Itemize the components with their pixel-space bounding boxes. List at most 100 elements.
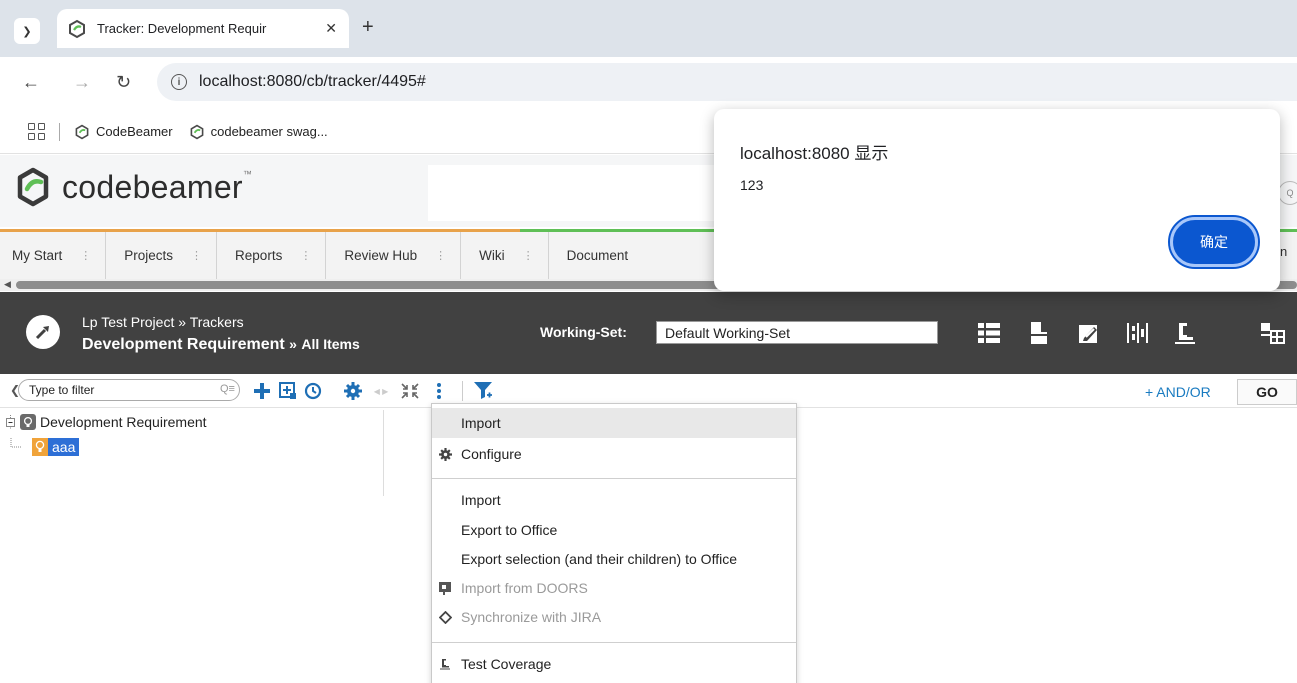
and-or-button[interactable]: + AND/OR bbox=[1145, 384, 1211, 400]
apps-grid-icon[interactable] bbox=[28, 123, 45, 140]
collapse-all-button[interactable] bbox=[399, 381, 421, 401]
codebeamer-favicon-icon bbox=[75, 124, 89, 139]
scroll-toolbar-arrows-icon[interactable]: ◀ ▶ bbox=[368, 381, 394, 401]
codebeamer-logo[interactable]: codebeamer™ bbox=[16, 167, 252, 207]
tree-expander-icon[interactable] bbox=[6, 415, 18, 429]
more-options-button[interactable] bbox=[432, 381, 446, 401]
test-coverage-icon bbox=[438, 657, 452, 671]
list-view-icon[interactable] bbox=[976, 320, 1002, 346]
nav-item-documents[interactable]: Document bbox=[549, 232, 643, 279]
menu-item-label: Export to Office bbox=[461, 522, 558, 538]
browser-toolbar: ← → ↻ i localhost:8080/cb/tracker/4495# bbox=[0, 57, 1297, 110]
kebab-icon[interactable]: ⋮ bbox=[435, 249, 446, 262]
breadcrumb-project[interactable]: Lp Test Project bbox=[82, 314, 174, 330]
chevron-down-icon: ❯ bbox=[22, 25, 32, 38]
menu-item-import-from-doors[interactable]: Import from DOORS bbox=[432, 573, 796, 603]
back-arrow-icon[interactable]: ← bbox=[22, 72, 40, 93]
menu-item-test-coverage[interactable]: Test Coverage bbox=[432, 649, 796, 679]
kebab-icon[interactable]: ⋮ bbox=[300, 249, 311, 262]
edit-document-icon[interactable] bbox=[1076, 320, 1102, 346]
tracker-name[interactable]: Development Requirement bbox=[82, 336, 285, 353]
tracker-tree: Development Requirement aaa bbox=[0, 410, 384, 496]
breadcrumb: Lp Test Project » Trackers bbox=[82, 314, 244, 330]
menu-item-export-to-office[interactable]: Export to Office bbox=[432, 515, 796, 545]
url-text: localhost:8080/cb/tracker/4495# bbox=[199, 73, 426, 90]
test-coverage-icon[interactable] bbox=[1172, 320, 1198, 346]
tree-node-root[interactable]: Development Requirement bbox=[6, 414, 207, 430]
menu-item-configure[interactable]: Configure bbox=[432, 439, 796, 469]
menu-item-label: Import from DOORS bbox=[461, 580, 588, 596]
filter-funnel-icon bbox=[474, 382, 492, 399]
codebeamer-favicon-icon bbox=[69, 19, 85, 38]
jira-icon bbox=[438, 610, 452, 624]
close-tab-icon[interactable]: ✕ bbox=[325, 20, 337, 37]
nav-item-reports[interactable]: Reports ⋮ bbox=[217, 232, 327, 279]
search-icon[interactable]: Q bbox=[1278, 181, 1297, 205]
kebab-menu-icon bbox=[437, 383, 441, 399]
filter-search-icon[interactable]: Q≡ bbox=[220, 383, 235, 395]
kebab-icon[interactable]: ⋮ bbox=[80, 249, 91, 262]
new-tab-button[interactable]: + bbox=[362, 16, 374, 39]
context-menu: Import Configure Import Export to Office… bbox=[431, 403, 797, 683]
bookmark-codebeamer[interactable]: CodeBeamer bbox=[74, 124, 173, 140]
breadcrumb-separator: » bbox=[289, 336, 297, 352]
view-name[interactable]: All Items bbox=[301, 336, 359, 352]
nav-item-my-start[interactable]: My Start ⋮ bbox=[0, 232, 107, 279]
tab-search-button[interactable]: ❯ bbox=[14, 18, 40, 44]
nav-item-wiki[interactable]: Wiki ⋮ bbox=[461, 232, 549, 279]
nav-label: Projects bbox=[124, 248, 174, 263]
document-view-icon[interactable] bbox=[1026, 320, 1052, 346]
codebeamer-logo-icon bbox=[17, 167, 49, 207]
add-item-button[interactable] bbox=[252, 381, 272, 401]
nav-item-review-hub[interactable]: Review Hub ⋮ bbox=[326, 232, 462, 279]
nav-label: Document bbox=[566, 248, 629, 263]
working-set-label: Working-Set: bbox=[540, 324, 627, 340]
menu-divider bbox=[432, 478, 796, 479]
menu-item-label: Import bbox=[461, 415, 501, 431]
add-child-button[interactable] bbox=[278, 381, 298, 401]
ok-button[interactable]: 确定 bbox=[1168, 215, 1260, 269]
tab-title: Tracker: Development Requir bbox=[97, 21, 267, 36]
scroll-left-icon[interactable]: ◀ bbox=[4, 279, 11, 290]
nav-item-projects[interactable]: Projects ⋮ bbox=[106, 232, 218, 279]
working-set-field[interactable] bbox=[656, 321, 938, 344]
menu-item-export-selection[interactable]: Export selection (and their children) to… bbox=[432, 544, 796, 574]
history-button[interactable] bbox=[303, 381, 323, 401]
codebeamer-favicon-icon bbox=[190, 124, 204, 139]
menu-item-label: Export selection (and their children) to… bbox=[461, 551, 737, 567]
site-info-icon[interactable]: i bbox=[171, 74, 187, 90]
address-bar[interactable]: i localhost:8080/cb/tracker/4495# bbox=[157, 63, 1297, 101]
breadcrumb-trackers[interactable]: Trackers bbox=[190, 314, 244, 330]
plus-icon bbox=[254, 383, 270, 399]
settings-button[interactable] bbox=[343, 381, 363, 401]
bookmark-codebeamer-swagger[interactable]: codebeamer swag... bbox=[189, 124, 328, 140]
alert-message: 123 bbox=[740, 177, 764, 193]
tree-connector-icon bbox=[10, 438, 48, 456]
layout-icon[interactable] bbox=[1260, 320, 1286, 346]
brand-name: codebeamer™ bbox=[62, 168, 253, 205]
menu-item-synchronize-jira[interactable]: Synchronize with JIRA bbox=[432, 602, 796, 632]
menu-item-import[interactable]: Import bbox=[432, 485, 796, 515]
tree-filter-input[interactable] bbox=[18, 379, 240, 401]
tracker-header: Lp Test Project » Trackers Development R… bbox=[0, 292, 1297, 374]
bookmark-label: codebeamer swag... bbox=[210, 124, 328, 139]
breadcrumb-separator: » bbox=[178, 314, 187, 330]
menu-item-label: Import bbox=[461, 492, 501, 508]
kebab-icon[interactable]: ⋮ bbox=[191, 249, 202, 262]
kebab-icon[interactable]: ⋮ bbox=[523, 249, 534, 262]
go-button[interactable]: GO bbox=[1237, 379, 1297, 405]
forward-arrow-icon[interactable]: → bbox=[73, 72, 91, 93]
toolbar-divider bbox=[462, 381, 463, 401]
nav-accent-bar bbox=[0, 229, 520, 232]
nav-overflow-text: n bbox=[1280, 244, 1288, 259]
reload-icon[interactable]: ↻ bbox=[116, 72, 131, 93]
add-child-icon bbox=[279, 382, 296, 399]
tree-node-label: Development Requirement bbox=[40, 414, 207, 430]
tree-node-child[interactable]: aaa bbox=[10, 438, 80, 456]
browser-tab-active[interactable]: Tracker: Development Requir ✕ bbox=[57, 9, 349, 48]
menu-item-import-top[interactable]: Import bbox=[432, 408, 796, 438]
filter-button[interactable] bbox=[472, 381, 494, 401]
doors-icon bbox=[438, 581, 452, 595]
planner-icon[interactable] bbox=[1124, 320, 1150, 346]
tracker-type-icon bbox=[26, 315, 60, 349]
